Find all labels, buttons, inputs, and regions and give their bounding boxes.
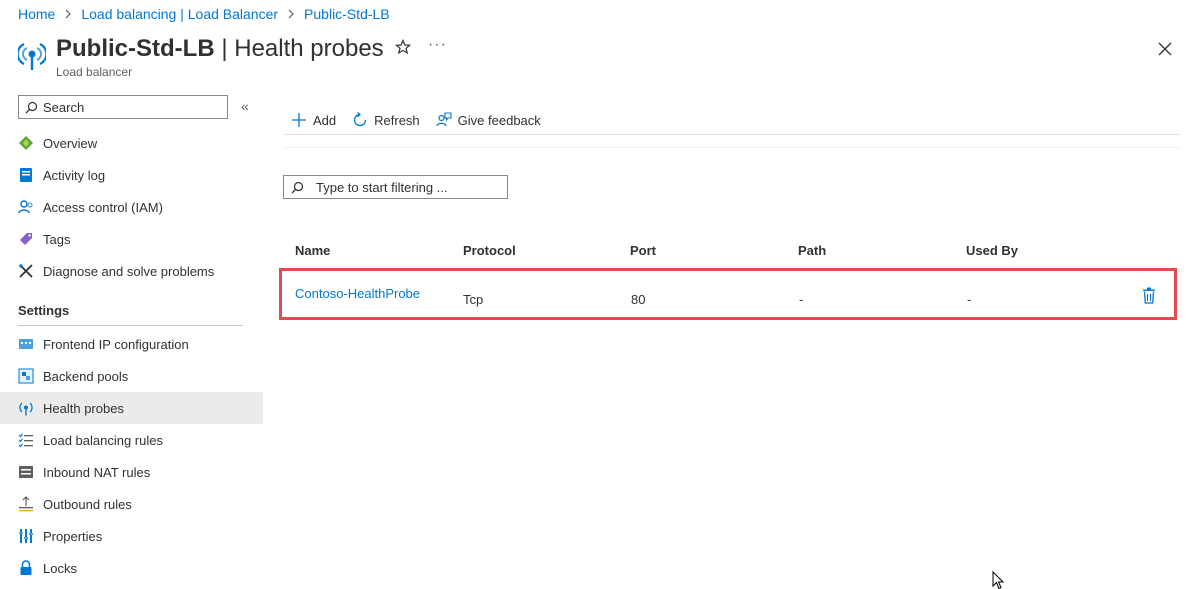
outbound-icon [18,496,34,512]
sidebar-item-backend-pools[interactable]: Backend pools [0,360,263,392]
sidebar-item-diagnose[interactable]: Diagnose and solve problems [0,255,263,287]
delete-icon[interactable] [1142,287,1156,307]
settings-section-title: Settings [18,303,70,318]
health-probe-icon [18,400,34,416]
sidebar-item-frontend-ip[interactable]: Frontend IP configuration [0,328,263,360]
tag-icon [18,231,34,247]
column-header-name[interactable]: Name [295,243,330,258]
refresh-icon [354,112,367,127]
probe-used-by: - [967,292,972,307]
breadcrumb-resource[interactable]: Public-Std-LB [304,6,390,22]
activity-log-icon [18,167,34,183]
add-icon [292,113,306,127]
iam-icon [18,199,34,215]
filter-input[interactable]: Type to start filtering ... [283,175,508,199]
sidebar-search-input[interactable]: Search [18,95,228,119]
sidebar-item-properties[interactable]: Properties [0,520,263,552]
settings-divider [18,325,243,326]
probe-path: - [799,292,804,307]
sidebar-item-tags[interactable]: Tags [0,223,263,255]
page-title: Public-Std-LB | Health probes [56,35,384,62]
sidebar-item-health-probes[interactable]: Health probes [0,392,263,424]
sidebar-item-activity-log[interactable]: Activity log [0,159,263,191]
mouse-pointer-icon [992,570,1005,589]
probe-name-link[interactable]: Contoso-HealthProbe [295,286,420,301]
lock-icon [18,560,34,576]
overview-icon [18,135,34,151]
sidebar-item-outbound-rules[interactable]: Outbound rules [0,488,263,520]
sidebar-item-overview[interactable]: Overview [0,127,263,159]
sidebar-item-iam[interactable]: Access control (IAM) [0,191,263,223]
column-header-port[interactable]: Port [630,243,656,258]
health-probe-resource-icon [16,40,48,72]
close-icon[interactable] [1158,42,1172,59]
page-subtitle: Load balancer [56,65,133,79]
toolbar-divider [283,147,1181,148]
properties-icon [18,528,34,544]
breadcrumb-home[interactable]: Home [18,6,55,22]
star-icon[interactable] [394,38,412,58]
wrench-icon [18,263,34,279]
refresh-button[interactable]: Refresh [352,112,420,128]
give-feedback-button[interactable]: Give feedback [436,112,541,128]
probe-protocol: Tcp [463,292,484,307]
column-header-protocol[interactable]: Protocol [463,243,516,258]
sidebar-item-inbound-nat[interactable]: Inbound NAT rules [0,456,263,488]
nat-icon [18,464,34,480]
chevron-right-icon [287,9,295,19]
breadcrumb-load-balancing[interactable]: Load balancing | Load Balancer [81,6,278,22]
command-bar: Add Refresh Give feedback [283,106,1181,135]
feedback-icon [436,112,452,127]
chevron-right-icon [64,9,72,19]
table-row[interactable]: Contoso-HealthProbe Tcp 80 - - [279,268,1177,320]
sidebar-item-locks[interactable]: Locks [0,552,263,584]
collapse-sidebar-icon[interactable]: « [241,98,249,114]
page-header: Public-Std-LB | Health probes Load balan… [16,35,1178,82]
search-icon [291,181,304,193]
add-button[interactable]: Add [291,112,336,128]
probe-port: 80 [631,292,646,307]
more-options-icon[interactable]: ··· [428,36,447,54]
backend-pools-icon [18,368,34,384]
sidebar-item-lb-rules[interactable]: Load balancing rules [0,424,263,456]
breadcrumb: Home Load balancing | Load Balancer Publ… [18,6,390,22]
column-header-used-by[interactable]: Used By [966,243,1018,258]
column-header-path[interactable]: Path [798,243,826,258]
frontend-ip-icon [18,336,34,352]
search-icon [25,101,38,113]
rules-list-icon [18,432,34,448]
